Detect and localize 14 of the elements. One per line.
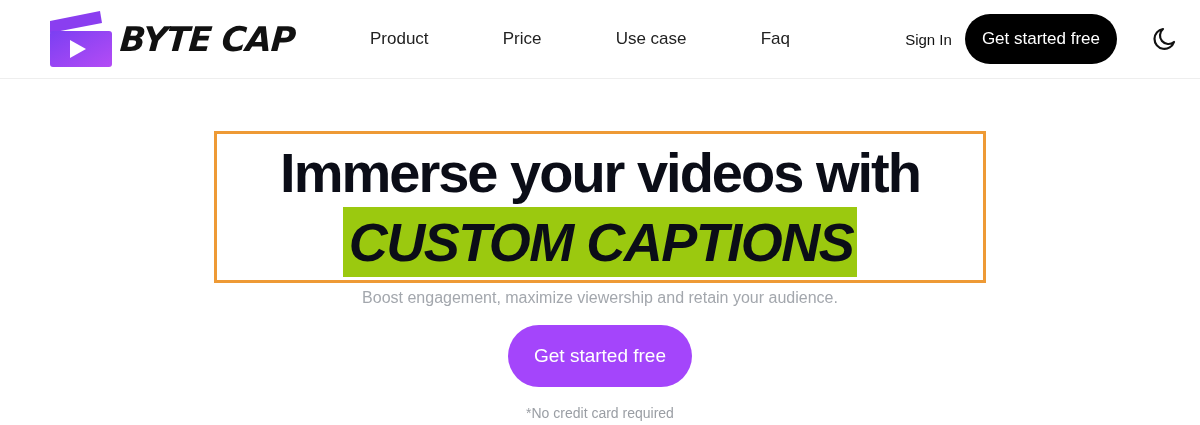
get-started-button[interactable]: Get started free xyxy=(508,325,692,387)
moon-icon[interactable] xyxy=(1152,26,1178,52)
nav-link[interactable]: Price xyxy=(502,29,542,49)
sign-in-link[interactable]: Sign In xyxy=(905,30,952,48)
nav-link[interactable]: Product xyxy=(370,29,429,49)
subtitle: Boost engagement, maximize viewership and retain your audience. xyxy=(362,289,838,307)
play-icon xyxy=(50,11,112,67)
brand-name: BYTE CAP xyxy=(118,19,297,59)
note-text: *No credit card required xyxy=(526,405,674,421)
headline: Immerse your videos with xyxy=(280,141,920,205)
nav-link[interactable]: Use case xyxy=(615,29,687,49)
get-started-button[interactable]: Get started free xyxy=(964,14,1117,64)
highlighted-headline: CUSTOM CAPTIONS xyxy=(342,207,858,277)
nav-link[interactable]: Faq xyxy=(760,29,790,49)
